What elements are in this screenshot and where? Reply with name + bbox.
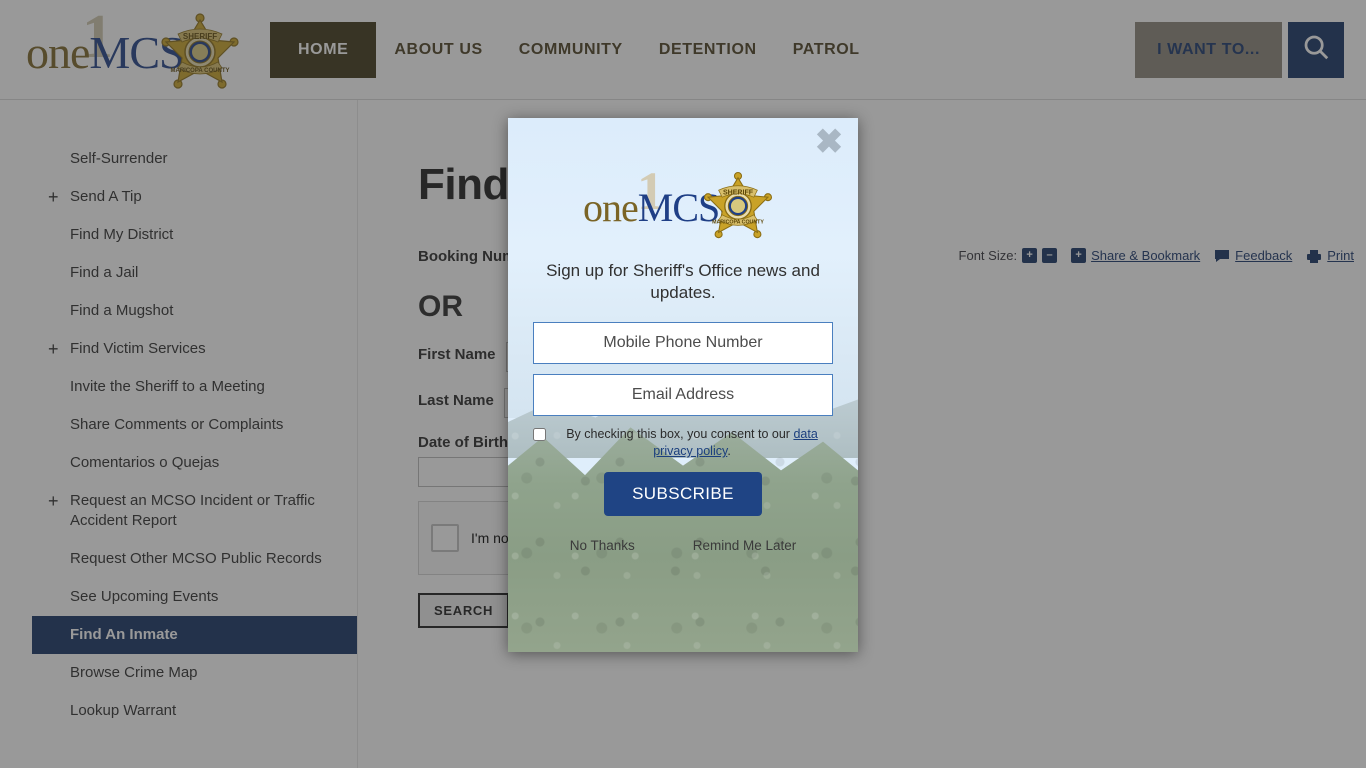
- consent-checkbox[interactable]: [533, 428, 546, 441]
- no-thanks-link[interactable]: No Thanks: [570, 538, 635, 553]
- email-address-input[interactable]: [533, 374, 833, 416]
- remind-me-later-link[interactable]: Remind Me Later: [693, 538, 797, 553]
- modal-content: 1 oneMCSO SHERIFF MARICOPA COUNTY Sign u…: [508, 164, 858, 553]
- modal-secondary-actions: No Thanks Remind Me Later: [533, 538, 833, 553]
- consent-row: By checking this box, you consent to our…: [533, 426, 833, 460]
- modal-sheriff-badge-icon: SHERIFF MARICOPA COUNTY: [701, 170, 775, 242]
- svg-text:SHERIFF: SHERIFF: [723, 190, 754, 197]
- consent-prefix: By checking this box, you consent to our: [566, 427, 794, 441]
- modal-headline: Sign up for Sheriff's Office news and up…: [546, 261, 820, 302]
- modal-logo-one: one: [583, 185, 639, 230]
- mobile-phone-input[interactable]: [533, 322, 833, 364]
- consent-suffix: .: [727, 444, 731, 458]
- close-icon[interactable]: ✖: [812, 125, 846, 159]
- svg-text:MARICOPA COUNTY: MARICOPA COUNTY: [712, 220, 764, 226]
- newsletter-signup-modal: ✖ 1 oneMCSO SHERIFF MARICOPA COUNTY Sign…: [508, 118, 858, 652]
- subscribe-button[interactable]: SUBSCRIBE: [604, 472, 762, 516]
- consent-text: By checking this box, you consent to our…: [551, 426, 833, 460]
- modal-logo: 1 oneMCSO SHERIFF MARICOPA COUNTY: [583, 164, 783, 242]
